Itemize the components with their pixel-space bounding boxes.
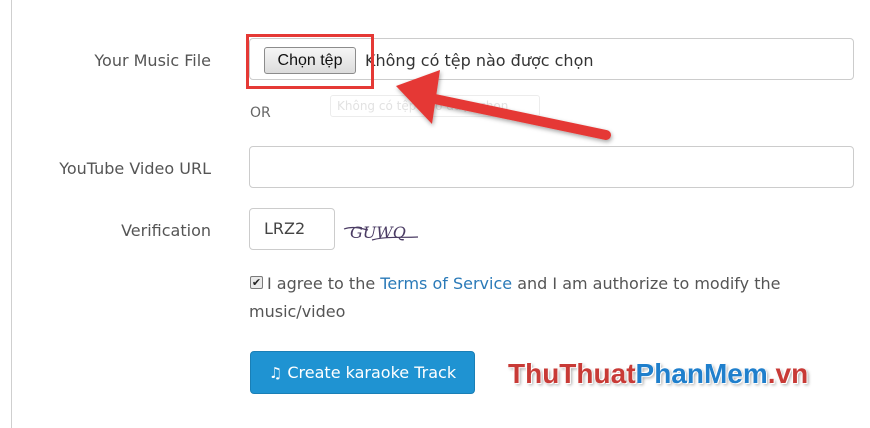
create-karaoke-button[interactable]: ♫ Create karaoke Track <box>250 351 475 394</box>
agree-prefix: I agree to the <box>267 274 381 293</box>
verification-input[interactable]: LRZ2 <box>249 208 335 250</box>
youtube-url-input[interactable] <box>249 146 854 188</box>
watermark-logo: ThuThuatPhanMem.vn <box>508 358 809 389</box>
music-note-icon: ♫ <box>268 364 283 382</box>
captcha-image: GUWQ <box>343 223 419 242</box>
verification-label: Verification <box>121 221 211 240</box>
agree-text: I agree to the Terms of Service and I am… <box>249 270 809 326</box>
terms-of-service-link[interactable]: Terms of Service <box>380 274 512 293</box>
create-button-label: Create karaoke Track <box>287 363 457 382</box>
youtube-url-label: YouTube Video URL <box>59 159 211 178</box>
